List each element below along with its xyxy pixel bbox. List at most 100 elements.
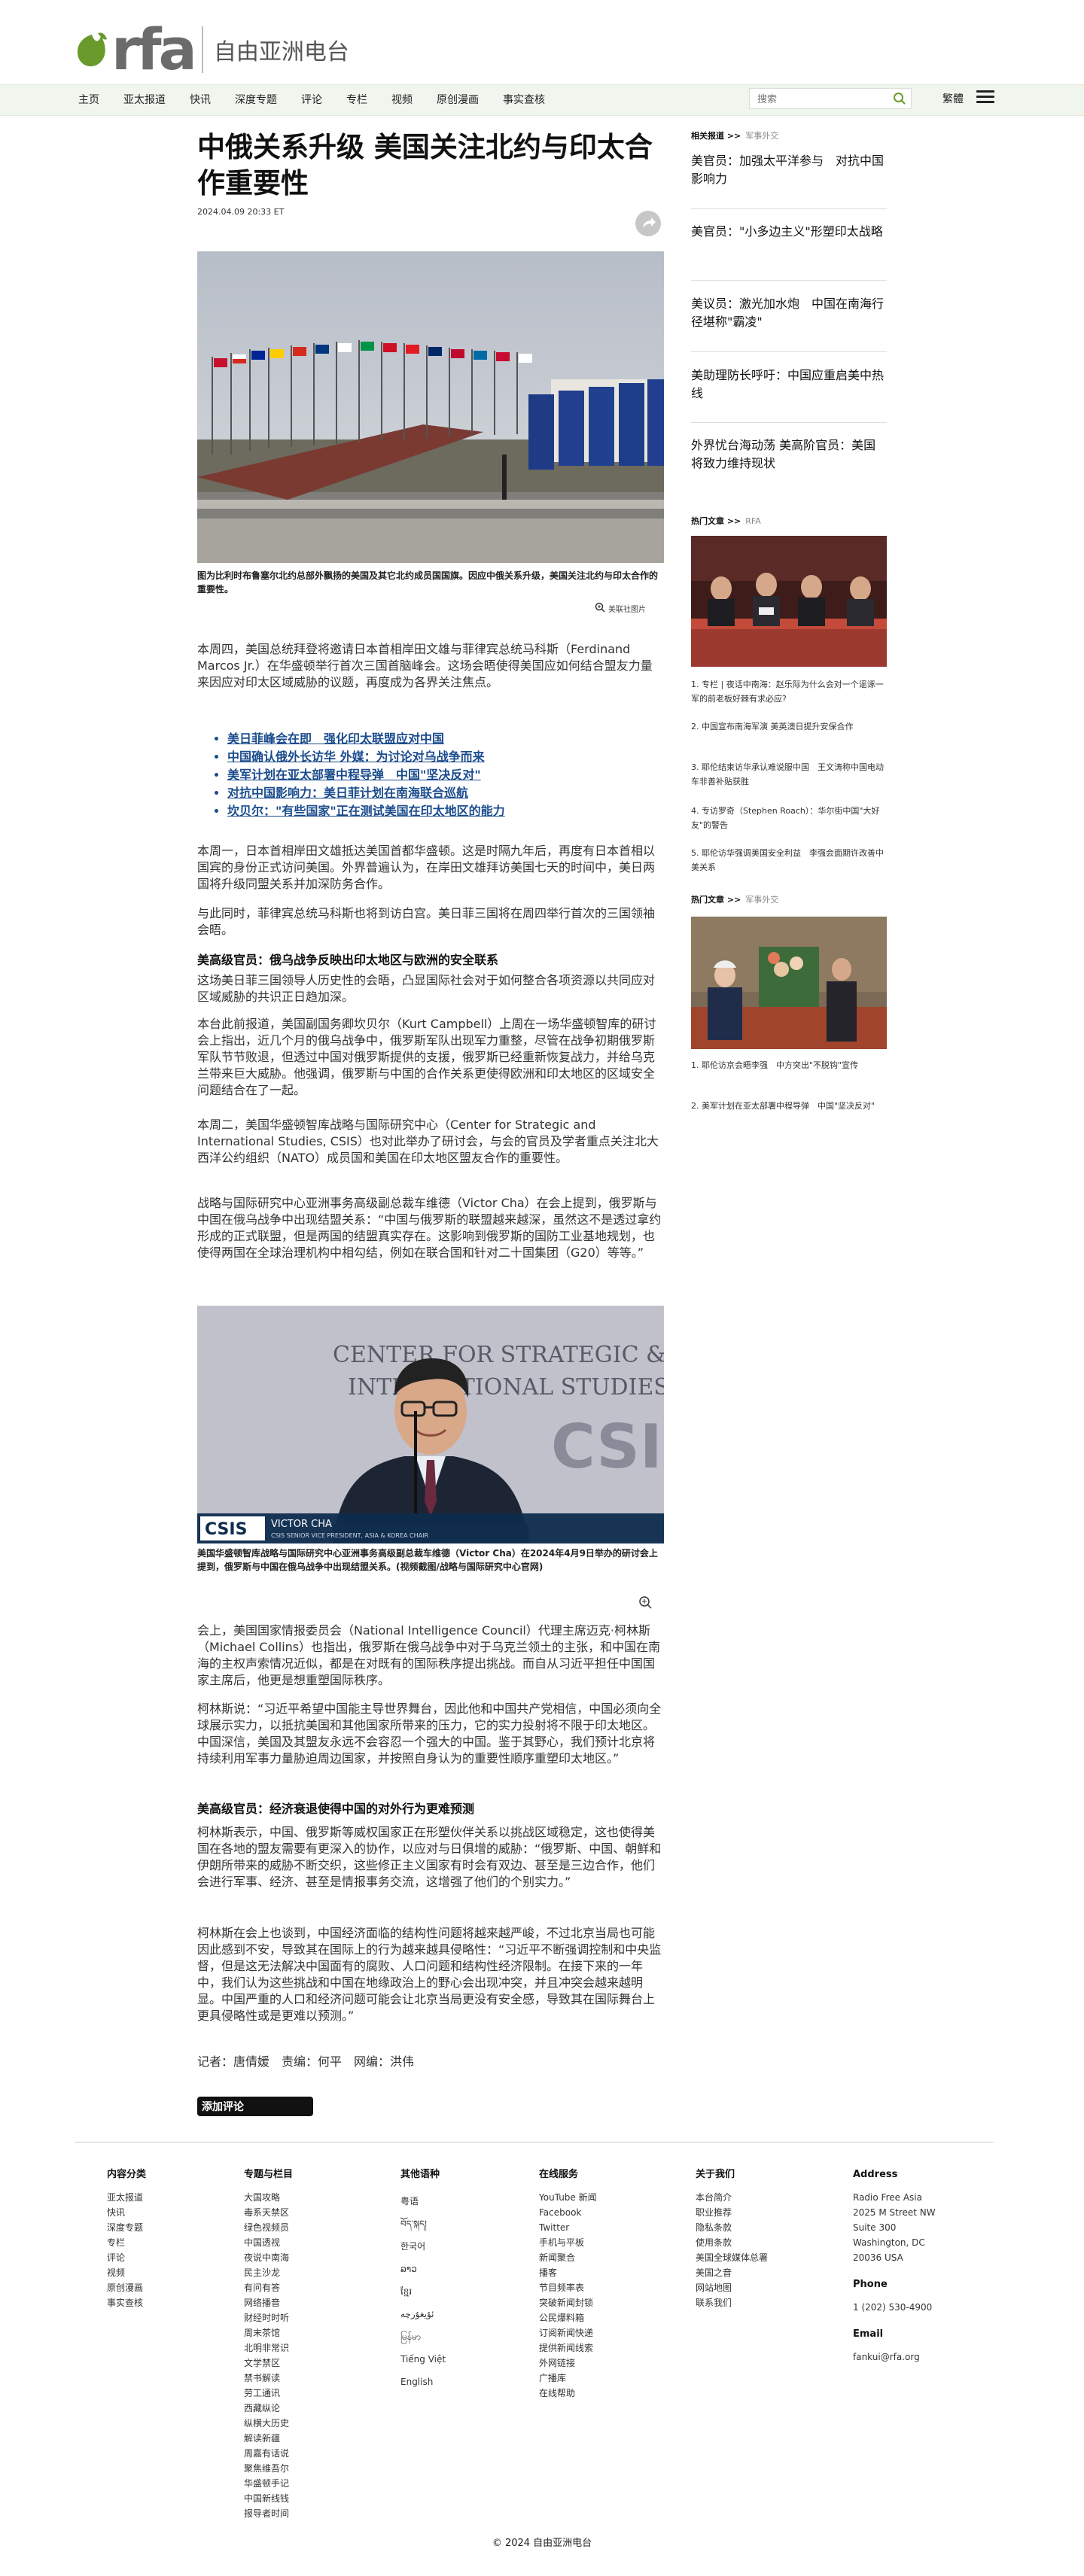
hot-article-item[interactable]: 1. 耶伦访京会晤李强 中方突出"不脱钩"宣传 [691,1058,887,1072]
footer-link[interactable]: 中国透视 [244,2235,293,2250]
sidebar-related-link[interactable]: 美官员：加强太平洋参与 对抗中国影响力 [691,152,887,188]
inline-related-link[interactable]: 美军计划在亚太部署中程导弹 中国"坚决反对" [227,766,505,784]
sidebar-hot-sublabel[interactable]: RFA [745,516,761,526]
footer-link[interactable]: 外网链接 [539,2356,597,2371]
inline-related-link[interactable]: 中国确认俄外长访华 外媒：为讨论对乌战争而来 [227,748,505,766]
footer-link[interactable]: 网络播音 [244,2295,293,2310]
footer-link[interactable]: 网站地图 [696,2280,768,2295]
hot-article-item[interactable]: 5. 耶伦访华强调美国安全利益 李强会面期许改善中美关系 [691,846,887,874]
footer-link[interactable]: 华盛顿手记 [244,2476,293,2491]
nav-item-columns[interactable]: 专栏 [346,92,367,107]
sidebar-related-link[interactable]: 美官员："小多边主义"形塑印太战略 [691,223,887,241]
footer-link[interactable]: 亚太报道 [107,2190,146,2205]
footer-link[interactable]: 提供新闻线索 [539,2340,597,2356]
footer-link[interactable]: 禁书解读 [244,2371,293,2386]
footer-link[interactable]: မြန်မာ [400,2325,446,2348]
footer-link[interactable]: 西藏纵论 [244,2401,293,2416]
nav-item-video[interactable]: 视频 [391,92,413,107]
inline-related-link[interactable]: 坎贝尔："有些国家"正在测试美国在印太地区的能力 [227,802,505,820]
footer-link[interactable]: YouTube 新闻 [539,2190,597,2205]
hot-article-image[interactable] [691,917,887,1049]
footer-link[interactable]: 手机与平板 [539,2235,597,2250]
footer-link[interactable]: 突破新闻封锁 [539,2295,597,2310]
footer-link[interactable]: 视频 [107,2265,146,2280]
footer-link[interactable]: 公民爆料箱 [539,2310,597,2325]
footer-link[interactable]: 评论 [107,2250,146,2265]
footer-link[interactable]: 解读新疆 [244,2431,293,2446]
share-icon[interactable] [635,211,661,236]
footer-link[interactable]: 美国全球媒体总署 [696,2250,768,2265]
footer-link[interactable]: ئۇيغۇرچە [400,2303,446,2325]
footer-link[interactable]: Tiếng Việt [400,2348,446,2371]
footer-link[interactable]: Facebook [539,2205,597,2220]
sidebar-related-sublabel[interactable]: 军事外交 [745,131,778,141]
footer-link[interactable]: 职业推荐 [696,2205,768,2220]
hot-article-item[interactable]: 3. 耶伦结束访华承认难说服中国 王文涛称中国电动车非善补贴获胜 [691,760,887,789]
footer-link[interactable]: 新闻聚合 [539,2250,597,2265]
footer-link[interactable]: 使用条款 [696,2235,768,2250]
hamburger-menu-icon[interactable] [976,90,994,105]
footer-link[interactable]: བོད་སྐད། [400,2213,446,2235]
footer-link[interactable]: 快讯 [107,2205,146,2220]
article-photo-victor-cha[interactable]: CENTER FOR STRATEGIC & INTERNATIONAL STU… [197,1306,664,1543]
language-switch[interactable]: 繁體 [942,91,964,106]
footer-link[interactable]: 节目频率表 [539,2280,597,2295]
search-input[interactable] [756,90,887,109]
inline-related-link[interactable]: 美日菲峰会在即 强化印太联盟应对中国 [227,730,505,748]
nav-item-fact-check[interactable]: 事实查核 [503,92,545,107]
hot-article-item[interactable]: 2. 美军计划在亚太部署中程导弹 中国"坚决反对" [691,1099,887,1113]
hot-article-item[interactable]: 2. 中国宣布南海军演 美英澳日提升安保合作 [691,719,887,734]
sidebar-hot2-sublabel[interactable]: 军事外交 [745,895,778,905]
footer-link[interactable]: 本台简介 [696,2190,768,2205]
footer-link[interactable]: 绿色视频员 [244,2220,293,2235]
footer-link[interactable]: 北明非常识 [244,2340,293,2356]
footer-link[interactable]: ລາວ [400,2258,446,2280]
footer-link[interactable]: 夜说中南海 [244,2250,293,2265]
nav-item-home[interactable]: 主页 [78,92,99,107]
footer-link[interactable]: 广播库 [539,2371,597,2386]
nav-item-cartoons[interactable]: 原创漫画 [437,92,479,107]
nav-item-in-depth[interactable]: 深度专题 [235,92,277,107]
hot-article-item[interactable]: 4. 专访罗奇（Stephen Roach）：华尔街中国"大好友"的警告 [691,804,887,832]
search-icon[interactable] [893,92,906,108]
footer-email[interactable]: fankui@rfa.org [853,2349,936,2365]
footer-link[interactable]: 한국어 [400,2235,446,2258]
sidebar-related-link[interactable]: 美议员：激光加水炮 中国在南海行径堪称"霸凌" [691,295,887,331]
sidebar-related-link[interactable]: 外界忧台海动荡 美高阶官员：美国将致力维持现状 [691,436,887,473]
footer-link[interactable]: English [400,2371,446,2393]
footer-link[interactable]: 劳工通讯 [244,2386,293,2401]
footer-link[interactable]: 播客 [539,2265,597,2280]
footer-link[interactable]: 订阅新闻快递 [539,2325,597,2340]
footer-link[interactable]: 粤语 [400,2190,446,2213]
hot-article-item[interactable]: 1. 专栏 | 夜话中南海：赵乐际为什么会对一个谣诼一军的前老板好棘有求必应? [691,677,887,706]
add-comment-button[interactable]: 添加评论 [197,2097,313,2116]
footer-link[interactable]: 毒系天禁区 [244,2205,293,2220]
nav-item-commentary[interactable]: 评论 [301,92,322,107]
footer-link[interactable]: 原创漫画 [107,2280,146,2295]
footer-link[interactable]: 民主沙龙 [244,2265,293,2280]
footer-link[interactable]: 事实查核 [107,2295,146,2310]
nav-item-breaking[interactable]: 快讯 [190,92,211,107]
footer-link[interactable]: 周嘉有话说 [244,2446,293,2461]
hot-article-image[interactable] [691,536,887,667]
footer-link[interactable]: 聚焦维吾尔 [244,2461,293,2476]
zoom-icon[interactable] [595,602,605,615]
footer-link[interactable]: 周末茶馆 [244,2325,293,2340]
footer-link[interactable]: 在线帮助 [539,2386,597,2401]
footer-link[interactable]: 深度专题 [107,2220,146,2235]
zoom-icon[interactable] [638,1595,652,1612]
footer-link[interactable]: 大国攻略 [244,2190,293,2205]
footer-link[interactable]: 财经时时听 [244,2310,293,2325]
footer-link[interactable]: 文学禁区 [244,2356,293,2371]
footer-link[interactable]: 联系我们 [696,2295,768,2310]
footer-link[interactable]: 隐私条款 [696,2220,768,2235]
sidebar-related-link[interactable]: 美助理防长呼吁：中国应重启美中热线 [691,366,887,403]
footer-link[interactable]: 纵横大历史 [244,2416,293,2431]
inline-related-link[interactable]: 对抗中国影响力：美日菲计划在南海联合巡航 [227,784,505,802]
footer-link[interactable]: ខ្មែរ [400,2280,446,2303]
nav-item-asia-pacific[interactable]: 亚太报道 [123,92,166,107]
footer-link[interactable]: 美国之音 [696,2265,768,2280]
footer-link[interactable]: 中国新线钱 [244,2491,293,2506]
footer-link[interactable]: Twitter [539,2220,597,2235]
footer-link[interactable]: 有问有答 [244,2280,293,2295]
